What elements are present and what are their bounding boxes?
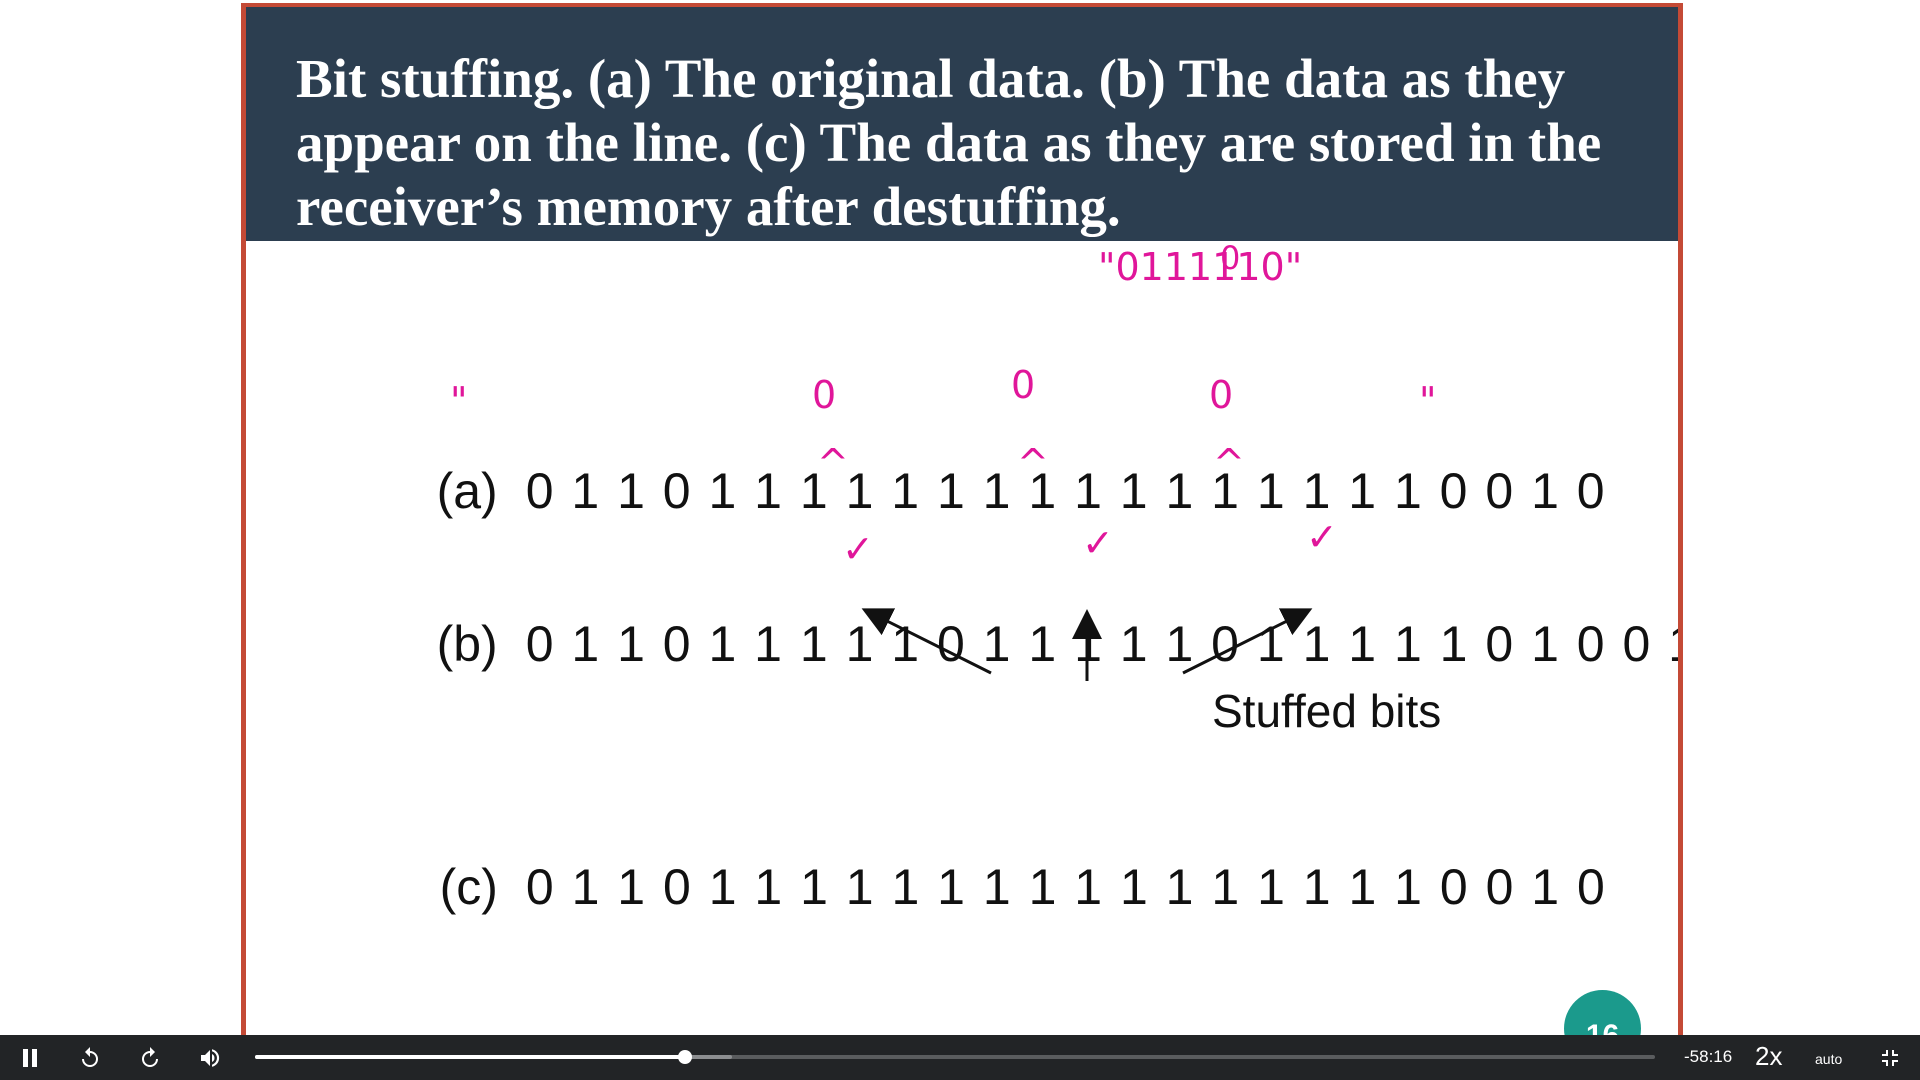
volume-icon: [201, 1048, 220, 1067]
progress-thumb[interactable]: [677, 1050, 692, 1064]
rewind-icon: [82, 1046, 98, 1067]
row-bits-c: 0 1 1 0 1 1 1 1 1 1 1 1 1 1 1 1 1 1 1 1 …: [525, 859, 1607, 915]
pause-button[interactable]: [5, 1035, 55, 1080]
row-label-c: (c): [439, 859, 498, 915]
stuffed-bits-label: Stuffed bits: [1212, 685, 1442, 737]
video-controls-bar: -58:16 2x auto: [0, 1035, 1920, 1080]
exit-fullscreen-button[interactable]: [1865, 1035, 1915, 1080]
forward-button[interactable]: [125, 1035, 175, 1080]
slide: Bit stuffing. (a) The original data. (b)…: [241, 3, 1683, 1080]
progress-played: [255, 1055, 685, 1059]
arrow-left: [861, 608, 992, 675]
rewind-button[interactable]: [65, 1035, 115, 1080]
time-remaining: -58:16: [1684, 1047, 1733, 1066]
quality-button[interactable]: auto: [1815, 1051, 1842, 1067]
pause-icon: [23, 1048, 37, 1067]
arrow-right: [1182, 608, 1313, 675]
volume-button[interactable]: [185, 1035, 235, 1080]
progress-bar[interactable]: [255, 1050, 1655, 1064]
forward-icon: [142, 1046, 158, 1067]
playback-speed-button[interactable]: 2x: [1755, 1041, 1782, 1072]
exit-fullscreen-icon: [1882, 1049, 1898, 1066]
bit-row-c: (c) 0 1 1 0 1 1 1 1 1 1 1 1 1 1 1 1 1 1 1…: [384, 800, 1607, 974]
